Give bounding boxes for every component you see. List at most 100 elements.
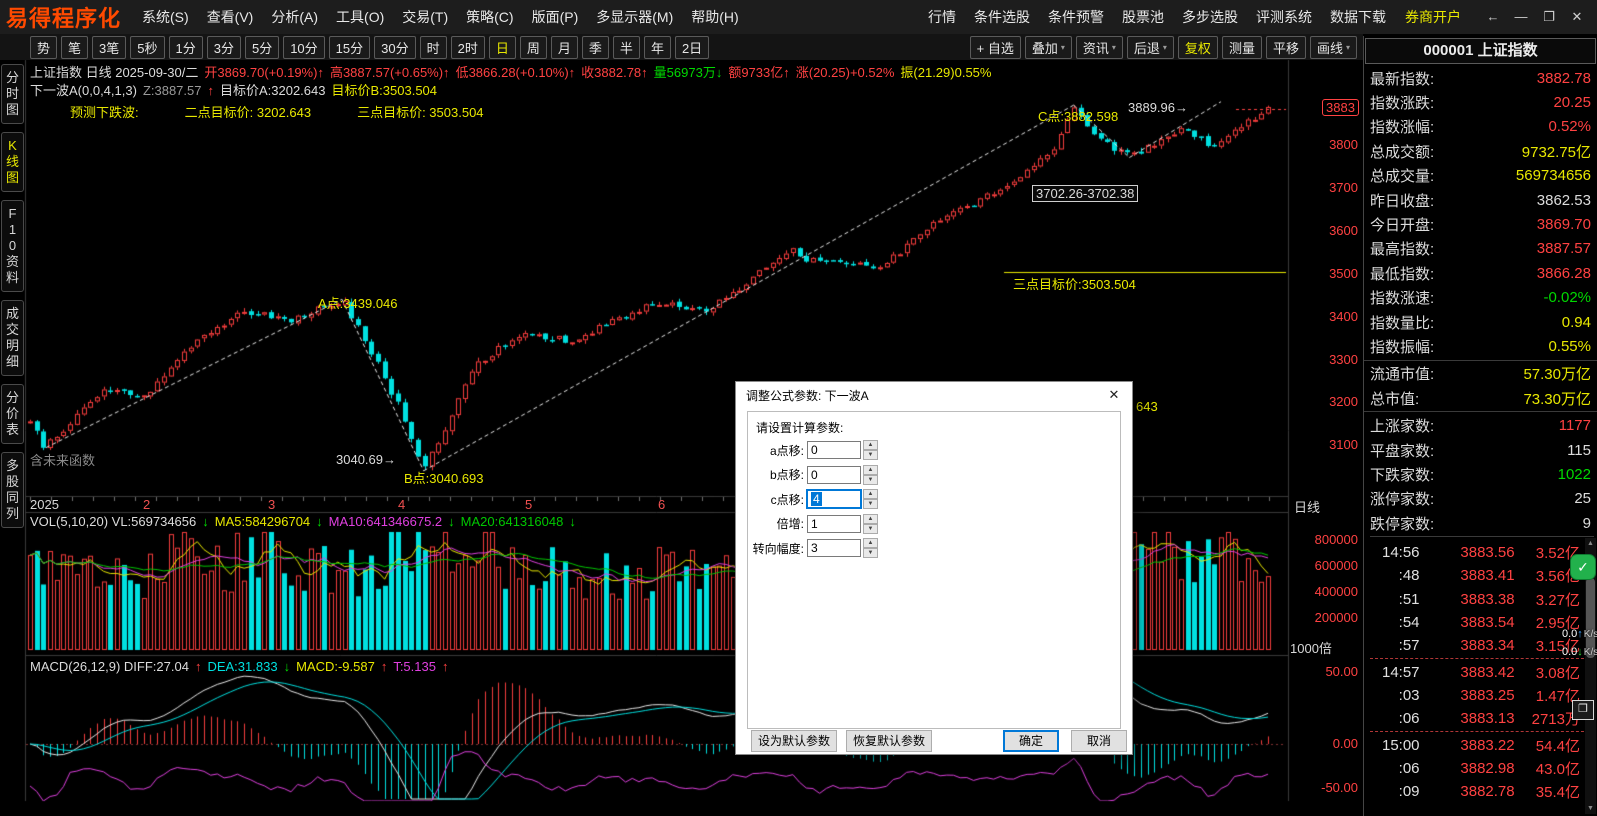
scroll-down-icon[interactable]: ▼ xyxy=(1585,803,1596,814)
quicklink-item[interactable]: 评测系统 xyxy=(1247,0,1321,34)
sidebar-tab[interactable]: K线图 xyxy=(1,132,24,192)
dialog-button[interactable]: 取消 xyxy=(1071,730,1127,752)
quicklink-item[interactable]: 行情 xyxy=(919,0,965,34)
tick-row[interactable]: 15:003883.2254.4亿 xyxy=(1370,733,1594,756)
spinner-control[interactable]: ▲▼ xyxy=(863,514,878,534)
stat-row: 上涨家数:1177 xyxy=(1370,413,1594,437)
period-button[interactable]: 1分 xyxy=(169,36,203,59)
text-segment: ↓ xyxy=(202,514,209,529)
window-restore-icon[interactable]: ❐ xyxy=(1572,700,1594,720)
period-button[interactable]: 季 xyxy=(582,36,609,59)
spin-down-icon[interactable]: ▼ xyxy=(863,475,878,485)
quicklink-item[interactable]: 条件预警 xyxy=(1039,0,1113,34)
tool-button[interactable]: 测量 xyxy=(1222,36,1262,59)
quicklink-item[interactable]: 股票池 xyxy=(1113,0,1173,34)
tick-row[interactable]: :573883.343.15亿 xyxy=(1370,634,1594,657)
period-button[interactable]: 日 xyxy=(489,36,516,59)
period-button[interactable]: 10分 xyxy=(283,36,324,59)
menu-item[interactable]: 分析(A) xyxy=(262,0,327,34)
menu-item[interactable]: 系统(S) xyxy=(133,0,198,34)
close-button[interactable]: ✕ xyxy=(1563,0,1591,34)
period-button[interactable]: 3笔 xyxy=(92,36,126,59)
menu-item[interactable]: 交易(T) xyxy=(393,0,457,34)
menu-item[interactable]: 帮助(H) xyxy=(682,0,747,34)
spin-down-icon[interactable]: ▼ xyxy=(863,524,878,534)
period-button[interactable]: 笔 xyxy=(61,36,88,59)
tool-button[interactable]: + 自选 xyxy=(970,36,1021,59)
broker-account-link[interactable]: 券商开户 xyxy=(1395,0,1471,34)
period-button[interactable]: 月 xyxy=(551,36,578,59)
period-button[interactable]: 30分 xyxy=(374,36,415,59)
tick-row[interactable]: :483883.413.56亿 xyxy=(1370,564,1594,587)
tick-row[interactable]: :543883.542.95亿 xyxy=(1370,611,1594,634)
tool-button[interactable]: 画线▾ xyxy=(1310,36,1357,59)
tool-button[interactable]: 后退▾ xyxy=(1127,36,1174,59)
dialog-input[interactable]: 4 xyxy=(807,490,861,508)
spin-down-icon[interactable]: ▼ xyxy=(863,450,878,460)
menu-item[interactable]: 工具(O) xyxy=(327,0,393,34)
tool-button[interactable]: 平移 xyxy=(1266,36,1306,59)
period-button[interactable]: 15分 xyxy=(329,36,370,59)
menu-item[interactable]: 查看(V) xyxy=(198,0,263,34)
spin-up-icon[interactable]: ▲ xyxy=(863,440,878,450)
dialog-titlebar[interactable]: 调整公式参数: 下一波A ✕ xyxy=(736,382,1132,408)
period-button[interactable]: 2时 xyxy=(451,36,485,59)
sidebar-tab[interactable]: 分价表 xyxy=(1,384,24,444)
tick-row[interactable]: :093882.7835.4亿 xyxy=(1370,780,1594,803)
sidebar-tab[interactable]: 多股同列 xyxy=(1,452,24,528)
period-button[interactable]: 2日 xyxy=(675,36,709,59)
tick-row[interactable]: :063882.9843.0亿 xyxy=(1370,757,1594,780)
quicklink-item[interactable]: 多步选股 xyxy=(1173,0,1247,34)
close-icon[interactable]: ✕ xyxy=(1096,382,1132,408)
quicklink-item[interactable]: 条件选股 xyxy=(965,0,1039,34)
period-button[interactable]: 半 xyxy=(613,36,640,59)
dialog-input[interactable]: 0 xyxy=(807,441,861,459)
tool-button[interactable]: 复权 xyxy=(1178,36,1218,59)
period-button[interactable]: 势 xyxy=(30,36,57,59)
dialog-button[interactable]: 确定 xyxy=(1003,730,1059,752)
tool-button[interactable]: 资讯▾ xyxy=(1076,36,1123,59)
menu-item[interactable]: 多显示器(M) xyxy=(587,0,682,34)
spin-down-icon[interactable]: ▼ xyxy=(863,548,878,558)
spinner-control[interactable]: ▲▼ xyxy=(863,440,878,460)
period-button[interactable]: 5秒 xyxy=(130,36,164,59)
tick-row[interactable]: 14:563883.563.52亿 xyxy=(1370,541,1594,564)
text-segment: ↑ xyxy=(381,659,388,674)
text-segment: ↑ xyxy=(195,659,202,674)
security-shield-icon[interactable]: ✓ xyxy=(1570,554,1596,580)
tick-row[interactable]: :033883.251.47亿 xyxy=(1370,684,1594,707)
spin-up-icon[interactable]: ▲ xyxy=(863,489,878,499)
menu-item[interactable]: 策略(C) xyxy=(457,0,522,34)
dialog-input[interactable]: 0 xyxy=(807,466,861,484)
spinner-control[interactable]: ▲▼ xyxy=(863,465,878,485)
spinner-control[interactable]: ▲▼ xyxy=(863,538,878,558)
spin-up-icon[interactable]: ▲ xyxy=(863,538,878,548)
dialog-button[interactable]: 恢复默认参数 xyxy=(846,730,932,752)
period-button[interactable]: 年 xyxy=(644,36,671,59)
period-button[interactable]: 5分 xyxy=(245,36,279,59)
tick-row[interactable]: :513883.383.27亿 xyxy=(1370,588,1594,611)
spin-up-icon[interactable]: ▲ xyxy=(863,465,878,475)
back-button[interactable]: ← xyxy=(1479,0,1507,34)
spin-up-icon[interactable]: ▲ xyxy=(863,514,878,524)
scroll-up-icon[interactable]: ▲ xyxy=(1585,538,1596,549)
tick-row[interactable]: 14:573883.423.08亿 xyxy=(1370,660,1594,683)
tool-button[interactable]: 叠加▾ xyxy=(1025,36,1072,59)
period-button[interactable]: 3分 xyxy=(207,36,241,59)
dialog-input[interactable]: 3 xyxy=(807,539,861,557)
period-button[interactable]: 周 xyxy=(520,36,547,59)
tick-row[interactable]: :063883.132713万 xyxy=(1370,707,1594,730)
menu-item[interactable]: 版面(P) xyxy=(523,0,588,34)
sidebar-tab[interactable]: F10资料 xyxy=(1,200,24,292)
sidebar-tab[interactable]: 分时图 xyxy=(1,64,24,124)
period-button[interactable]: 时 xyxy=(420,36,447,59)
sidebar-tab[interactable]: 成交明细 xyxy=(1,300,24,376)
dialog-input[interactable]: 1 xyxy=(807,515,861,533)
dialog-button[interactable]: 设为默认参数 xyxy=(751,730,837,752)
dropdown-caret-icon: ▾ xyxy=(1112,43,1116,52)
spinner-control[interactable]: ▲▼ xyxy=(863,489,878,509)
minimize-button[interactable]: — xyxy=(1507,0,1535,34)
quicklink-item[interactable]: 数据下载 xyxy=(1321,0,1395,34)
spin-down-icon[interactable]: ▼ xyxy=(863,499,878,509)
maximize-button[interactable]: ❐ xyxy=(1535,0,1563,34)
